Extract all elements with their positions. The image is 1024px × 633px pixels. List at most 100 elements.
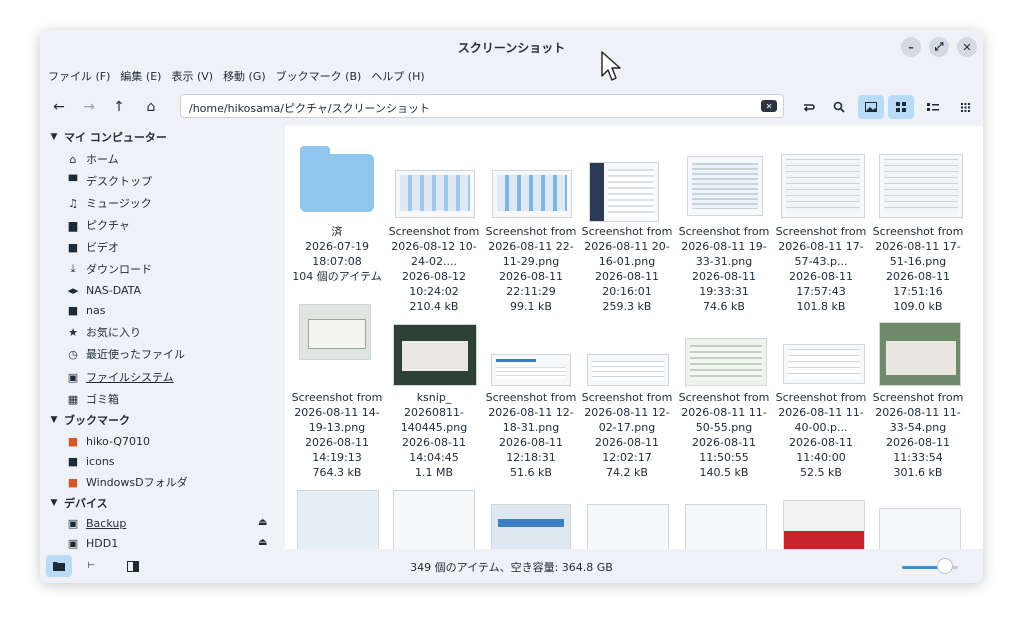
file-item[interactable]: Screenshot from 2026-08-11 12-18-31.png … [485, 390, 577, 480]
thumbnail-image[interactable] [879, 154, 963, 218]
thumbnail-image[interactable] [687, 156, 763, 216]
zoom-slider-handle[interactable] [937, 558, 953, 574]
file-item[interactable]: Screenshot from 2026-08-11 12-02-17.png … [581, 390, 673, 480]
file-item[interactable]: Screenshot from 2026-08-11 11-40-00.p...… [775, 390, 867, 480]
star-icon: ★ [68, 325, 78, 339]
file-item[interactable]: Screenshot from 2026-08-11 11-33-54.png … [872, 390, 964, 480]
thumbnail-image[interactable] [491, 354, 571, 386]
thumbnail-image[interactable] [783, 500, 865, 549]
file-item[interactable]: 済 2026-07-19 18:07:08 104 個のアイテム [291, 224, 383, 284]
thumbnail-image[interactable] [685, 504, 767, 549]
mouse-cursor-icon [601, 51, 621, 81]
thumbnail-image[interactable] [783, 344, 865, 384]
sidebar-item-nas[interactable]: ■ nas [66, 301, 106, 319]
thumbnail-image[interactable] [395, 170, 475, 218]
menubar: ファイル (F) 編集 (E) 表示 (V) 移動 (G) ブックマーク (B)… [48, 66, 425, 86]
sidebar-item-home[interactable]: ⌂ ホーム [66, 150, 119, 168]
thumbnail-image[interactable] [491, 504, 571, 549]
bookmark-folder-icon: ■ [67, 434, 79, 448]
download-icon: ⤓ [70, 262, 76, 275]
statusbar: ⊢ 349 個のアイテム、空き容量: 364.8 GB [40, 549, 983, 583]
sidebar: ▼ マイ コンピューター ⌂ ホーム ▀ デスクトップ ♫ ミュージック ▆ ピクチャ ■… [40, 126, 285, 549]
compact-view-icon[interactable] [952, 95, 978, 119]
sidebar-item-videos[interactable]: ■ ビデオ [66, 238, 119, 256]
expand-arrow-icon[interactable]: ▼ [48, 498, 60, 508]
list-view-icon[interactable] [920, 95, 946, 119]
file-item[interactable]: Screenshot from 2026-08-12 10-24-02.... … [388, 224, 480, 314]
file-item[interactable]: Screenshot from 2026-08-11 14-19-13.png … [291, 390, 383, 480]
sidebar-item-trash[interactable]: ▦ ゴミ箱 [66, 390, 119, 408]
thumbnail-image[interactable] [393, 324, 477, 386]
home-button[interactable]: ⌂ [138, 95, 164, 119]
file-item[interactable]: Screenshot from 2026-08-11 20-16-01.png … [581, 224, 673, 314]
back-button[interactable]: ← [46, 95, 72, 119]
file-grid[interactable]: 済 2026-07-19 18:07:08 104 個のアイテム Screens… [285, 126, 983, 549]
menu-help[interactable]: ヘルプ (H) [371, 66, 424, 86]
thumbnail-image[interactable] [879, 508, 961, 549]
thumbnail-image[interactable] [587, 504, 669, 549]
thumbnail-image[interactable] [297, 490, 379, 549]
sidebar-item-filesystem[interactable]: ▣ ファイルシステム [66, 368, 174, 386]
file-manager-window: スクリーンショット – ⤢ ✕ ファイル (F) 編集 (E) 表示 (V) 移… [40, 30, 983, 583]
icon-view-icon[interactable] [888, 95, 914, 119]
drive-icon: ▣ [67, 370, 79, 384]
trash-icon: ▦ [67, 392, 79, 406]
up-button[interactable]: ↑ [106, 95, 132, 119]
minimize-button[interactable]: – [901, 37, 921, 57]
clock-icon: ◷ [68, 347, 78, 361]
thumbnail-image[interactable] [589, 162, 659, 222]
eject-icon[interactable]: ⏏ [258, 517, 267, 528]
file-item[interactable]: Screenshot from 2026-08-11 17-51-16.png … [872, 224, 964, 314]
location-bar[interactable]: /home/hikosama/ピクチャ/スクリーンショット ✕ [180, 94, 784, 118]
file-item[interactable]: Screenshot from 2026-08-11 22-11-29.png … [485, 224, 577, 314]
status-text: 349 個のアイテム、空き容量: 364.8 GB [410, 561, 613, 574]
folder-icon[interactable] [300, 146, 374, 212]
file-item[interactable]: Screenshot from 2026-08-11 17-57-43.p...… [775, 224, 867, 314]
titlebar[interactable]: スクリーンショット – ⤢ ✕ [40, 30, 983, 66]
file-item[interactable]: ksnip_ 20260811- 140445.png 2026-08-11 1… [388, 390, 480, 480]
sidebar-header-bookmarks[interactable]: ▼ ブックマーク [48, 411, 130, 429]
thumbnail-image[interactable] [587, 354, 669, 386]
menu-bookmarks[interactable]: ブックマーク (B) [276, 66, 362, 86]
menu-edit[interactable]: 編集 (E) [120, 66, 161, 86]
thumbnail-image[interactable] [781, 154, 865, 218]
sidebar-item-desktop[interactable]: ▀ デスクトップ [66, 172, 152, 190]
sidebar-item-icons[interactable]: ■ icons [66, 452, 115, 470]
thumbnail-image[interactable] [685, 338, 767, 386]
thumbnail-image[interactable] [879, 322, 961, 386]
drive-icon: ▣ [67, 536, 79, 550]
sidebar-header-devices[interactable]: ▼ デバイス [48, 494, 108, 512]
thumbnail-image[interactable] [393, 490, 475, 549]
sidebar-item-downloads[interactable]: ⤓ ダウンロード [66, 260, 152, 278]
forward-button[interactable]: → [76, 95, 102, 119]
expand-arrow-icon[interactable]: ▼ [48, 415, 60, 425]
toggle-thumbnails-icon[interactable] [858, 95, 884, 119]
close-button[interactable]: ✕ [957, 37, 977, 57]
folder-icon: ■ [67, 303, 79, 317]
menu-view[interactable]: 表示 (V) [171, 66, 213, 86]
sidebar-item-recent[interactable]: ◷ 最近使ったファイル [66, 345, 185, 363]
sidebar-header-my-computer[interactable]: ▼ マイ コンピューター [48, 128, 167, 146]
file-item[interactable]: Screenshot from 2026-08-11 11-50-55.png … [678, 390, 770, 480]
sidebar-item-backup[interactable]: ▣ Backup [66, 514, 127, 532]
toggle-location-icon[interactable] [796, 95, 822, 119]
thumbnail-image[interactable] [492, 170, 572, 218]
sidebar-item-hdd1[interactable]: ▣ HDD1 [66, 534, 118, 550]
sidebar-item-windowsd[interactable]: ■ WindowsDフォルダ [66, 473, 188, 491]
maximize-button[interactable]: ⤢ [929, 37, 949, 57]
menu-go[interactable]: 移動 (G) [223, 66, 266, 86]
video-icon: ■ [67, 240, 79, 254]
sidebar-item-favorites[interactable]: ★ お気に入り [66, 323, 141, 341]
sidebar-item-nas-data[interactable]: ◂▸ NAS-DATA [66, 281, 141, 299]
menu-file[interactable]: ファイル (F) [48, 66, 110, 86]
eject-icon[interactable]: ⏏ [258, 537, 267, 548]
thumbnail-image[interactable] [299, 304, 371, 360]
sidebar-item-hiko-q7010[interactable]: ■ hiko-Q7010 [66, 432, 150, 450]
folder-icon: ■ [67, 454, 79, 468]
search-icon[interactable] [826, 95, 852, 119]
sidebar-item-pictures[interactable]: ▆ ピクチャ [66, 216, 130, 234]
file-item[interactable]: Screenshot from 2026-08-11 19-33-31.png … [678, 224, 770, 314]
expand-arrow-icon[interactable]: ▼ [48, 132, 60, 142]
clear-location-icon[interactable]: ✕ [761, 100, 777, 112]
sidebar-item-music[interactable]: ♫ ミュージック [66, 194, 152, 212]
